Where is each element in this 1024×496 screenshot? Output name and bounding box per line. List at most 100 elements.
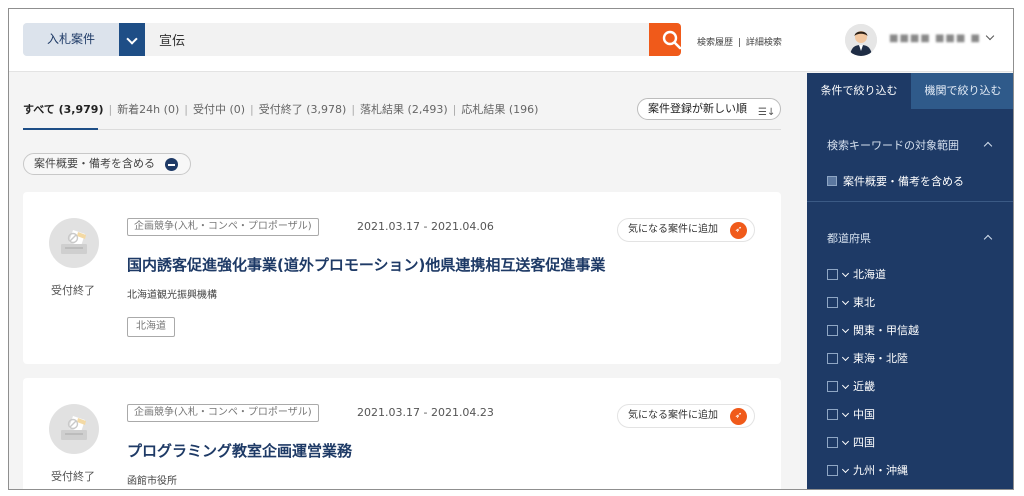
header: 入札案件 検索履歴 | 詳細検索 ■■■■ ■■■	[9, 9, 1013, 72]
pref-item-kanto[interactable]: 関東・甲信越	[827, 322, 919, 338]
checkbox[interactable]	[827, 176, 837, 186]
tab-all[interactable]: すべて (3,979)	[23, 103, 103, 116]
keyword-scope-title[interactable]: 検索キーワードの対象範囲	[827, 137, 959, 153]
pref-item-kinki[interactable]: 近畿	[827, 378, 875, 394]
header-links: 検索履歴 | 詳細検索	[697, 35, 782, 48]
avatar[interactable]	[845, 24, 877, 56]
status-label: 受付終了	[51, 284, 95, 297]
checkbox[interactable]	[827, 296, 838, 308]
include-notes-chip[interactable]: 案件概要・備考を含める	[23, 153, 191, 175]
pref-label: 九州・沖縄	[853, 464, 908, 477]
chevron-down-icon[interactable]	[841, 465, 850, 474]
pref-item-tohoku[interactable]: 東北	[827, 294, 875, 310]
checkbox[interactable]	[827, 324, 838, 336]
chevron-down-icon[interactable]	[841, 325, 850, 334]
search-icon	[662, 30, 681, 50]
add-favorite-label: 気になる案件に追加	[628, 410, 718, 421]
checkbox[interactable]	[827, 436, 838, 448]
tab-separator: |	[452, 103, 457, 116]
tab-award-results[interactable]: 落札結果 (2,493)	[360, 103, 448, 116]
checkbox[interactable]	[827, 380, 838, 392]
pref-item-chugoku[interactable]: 中国	[827, 406, 875, 422]
pref-label: 東海・北陸	[853, 352, 908, 365]
sort-desc-icon: ☰↓	[758, 107, 776, 118]
chevron-down-icon[interactable]	[841, 381, 850, 390]
tab-filter-conditions[interactable]: 条件で絞り込む	[807, 73, 911, 109]
user-avatar-icon	[845, 24, 877, 56]
keyword-scope-option-label: 案件概要・備考を含める	[843, 175, 964, 188]
search-history-link[interactable]: 検索履歴	[697, 38, 733, 48]
checkbox[interactable]	[827, 464, 838, 476]
pref-item-kyushu[interactable]: 九州・沖縄	[827, 462, 908, 478]
card-title[interactable]: 国内誘客促進強化事業(道外プロモーション)他県連携相互送客促進事業	[127, 254, 605, 275]
link-separator: |	[737, 38, 741, 48]
chevron-down-icon[interactable]	[841, 353, 850, 362]
ballot-box-icon	[49, 218, 99, 268]
add-favorite-button[interactable]: 気になる案件に追加 ➶	[617, 218, 755, 242]
chevron-up-icon[interactable]	[983, 234, 993, 244]
chevron-down-icon[interactable]	[841, 269, 850, 278]
prefecture-section-title[interactable]: 都道府県	[827, 230, 871, 246]
checkbox[interactable]	[827, 408, 838, 420]
pref-label: 四国	[853, 436, 875, 449]
tab-closed[interactable]: 受付終了 (3,978)	[259, 103, 347, 116]
tab-separator: |	[184, 103, 188, 116]
results-panel: すべて (3,979) | 新着24h (0) | 受付中 (0) | 受付終了 (3,97…	[9, 73, 807, 489]
minus-circle-icon[interactable]	[165, 158, 178, 171]
search-input[interactable]	[159, 23, 629, 56]
pref-label: 関東・甲信越	[853, 324, 919, 337]
bid-type-tag: 企画競争(入札・コンペ・プロポーザル)	[127, 218, 319, 236]
chevron-down-icon[interactable]	[841, 409, 850, 418]
prefecture-tag: 北海道	[127, 317, 175, 337]
tab-bid-results[interactable]: 応札結果 (196)	[461, 103, 538, 116]
result-card[interactable]: 受付終了 企画競争(入札・コンペ・プロポーザル) 2021.03.17 - 20…	[23, 192, 781, 364]
search-button[interactable]	[649, 23, 681, 56]
chevron-down-icon[interactable]	[119, 23, 145, 56]
tab-open[interactable]: 受付中 (0)	[193, 103, 245, 116]
checkbox[interactable]	[827, 268, 838, 280]
pin-icon: ➶	[730, 222, 747, 239]
pref-item-tokai[interactable]: 東海・北陸	[827, 350, 908, 366]
ballot-box-icon	[49, 404, 99, 454]
chevron-down-icon[interactable]	[841, 297, 850, 306]
pref-label: 近畿	[853, 380, 875, 393]
status-label: 受付終了	[51, 470, 95, 483]
tab-filter-agency[interactable]: 機関で絞り込む	[911, 73, 1013, 109]
user-name[interactable]: ■■■■ ■■■ ■	[889, 33, 981, 44]
keyword-scope-option[interactable]: 案件概要・備考を含める	[827, 173, 964, 189]
pref-label: 北海道	[853, 268, 886, 281]
pref-item-hokkaido[interactable]: 北海道	[827, 266, 886, 282]
add-favorite-label: 気になる案件に追加	[628, 224, 718, 235]
checkbox[interactable]	[827, 352, 838, 364]
pref-label: 中国	[853, 408, 875, 421]
chevron-up-icon[interactable]	[983, 141, 993, 151]
tab-divider	[23, 129, 781, 130]
date-range: 2021.03.17 - 2021.04.06	[357, 220, 494, 233]
app-frame: 入札案件 検索履歴 | 詳細検索 ■■■■ ■■■	[8, 8, 1014, 490]
date-range: 2021.03.17 - 2021.04.23	[357, 406, 494, 419]
organization-name: 函館市役所	[127, 476, 177, 487]
filter-sidebar: 条件で絞り込む 機関で絞り込む 検索キーワードの対象範囲 案件概要・備考を含める…	[807, 73, 1013, 489]
sort-button[interactable]: 案件登録が新しい順 ☰↓	[637, 98, 781, 120]
pref-item-shikoku[interactable]: 四国	[827, 434, 875, 450]
sidebar-divider	[807, 201, 1013, 202]
organization-name: 北海道観光振興機構	[127, 290, 217, 301]
active-tab-indicator	[23, 128, 98, 130]
result-card[interactable]: 受付終了 企画競争(入札・コンペ・プロポーザル) 2021.03.17 - 20…	[23, 378, 781, 489]
card-title[interactable]: プログラミング教室企画運営業務	[127, 440, 352, 461]
chevron-down-icon[interactable]	[985, 31, 995, 41]
include-notes-label: 案件概要・備考を含める	[34, 157, 155, 170]
category-select[interactable]: 入札案件	[23, 23, 119, 56]
sort-label: 案件登録が新しい順	[648, 102, 747, 115]
result-tabs: すべて (3,979) | 新着24h (0) | 受付中 (0) | 受付終了 (3,97…	[23, 101, 538, 117]
tab-separator: |	[250, 103, 254, 116]
tab-new-24h[interactable]: 新着24h (0)	[117, 103, 179, 116]
tab-separator: |	[351, 103, 356, 116]
add-favorite-button[interactable]: 気になる案件に追加 ➶	[617, 404, 755, 428]
tab-separator: |	[108, 103, 113, 116]
advanced-search-link[interactable]: 詳細検索	[746, 38, 782, 48]
pref-label: 東北	[853, 296, 875, 309]
search-bar: 入札案件	[23, 23, 681, 56]
pin-icon: ➶	[730, 408, 747, 425]
chevron-down-icon[interactable]	[841, 437, 850, 446]
